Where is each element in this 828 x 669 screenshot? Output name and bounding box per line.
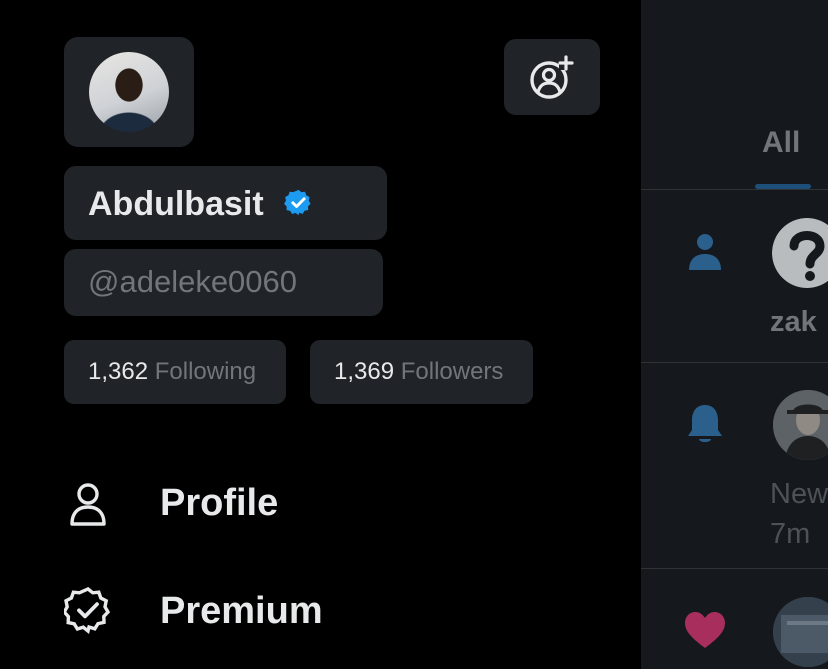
person-icon — [70, 483, 106, 526]
tab-all[interactable]: All — [762, 126, 800, 160]
bell-icon — [688, 405, 722, 442]
followers-count: 1,369 — [334, 358, 395, 385]
handle: @adeleke0060 — [88, 264, 298, 299]
menu-item-profile[interactable]: Profile — [64, 472, 564, 532]
notification-time: 7m — [770, 518, 811, 550]
menu-item-label: Profile — [160, 482, 279, 524]
divider — [641, 189, 828, 190]
display-name: Abdulbasit — [88, 185, 264, 223]
following-label: Following — [154, 358, 257, 385]
side-drawer: Abdulbasit @adeleke0060 1,362 Following … — [0, 0, 641, 669]
add-user-icon — [530, 55, 574, 99]
divider — [641, 362, 828, 363]
heart-icon — [685, 612, 725, 648]
handle-box: @adeleke0060 — [64, 249, 383, 316]
divider — [641, 568, 828, 569]
menu-item-premium[interactable]: Premium — [64, 580, 564, 640]
followers-label: Followers — [400, 358, 504, 385]
following-count: 1,362 — [88, 358, 149, 385]
following-stat[interactable]: 1,362 Following — [64, 340, 286, 404]
notification-text: zak — [770, 306, 817, 338]
profile-avatar-button[interactable] — [64, 37, 194, 147]
display-name-box: Abdulbasit — [64, 166, 387, 240]
person-icon — [689, 234, 721, 270]
verified-badge-icon — [64, 587, 111, 634]
add-account-button[interactable] — [504, 39, 600, 115]
avatar — [89, 52, 169, 132]
verified-badge-icon — [284, 189, 311, 216]
notification-text: New — [770, 478, 828, 510]
followers-stat[interactable]: 1,369 Followers — [310, 340, 533, 404]
menu-item-label: Premium — [160, 590, 323, 632]
